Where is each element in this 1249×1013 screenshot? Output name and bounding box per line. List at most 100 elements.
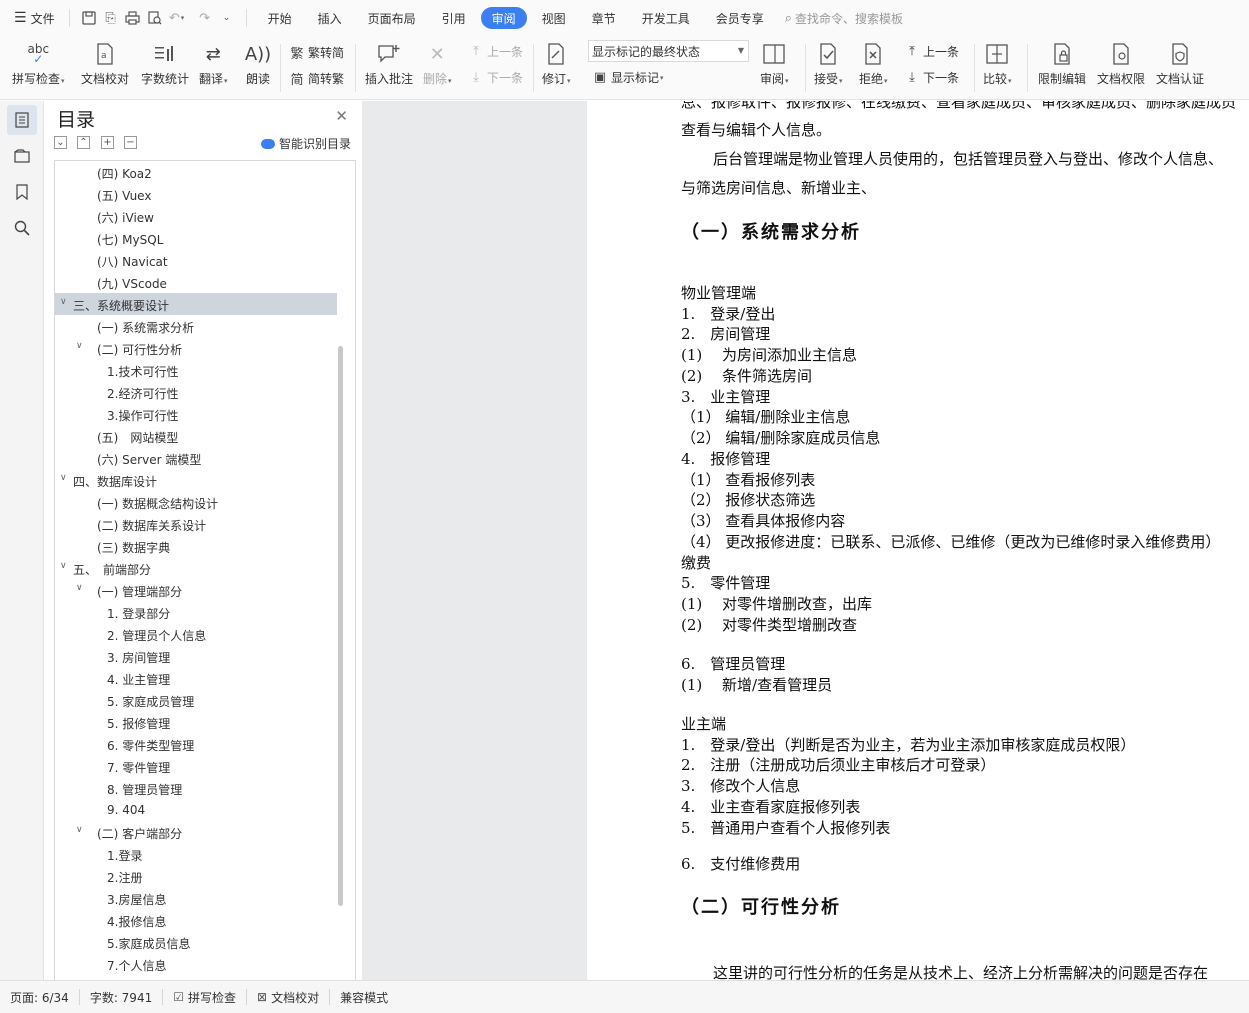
toc-item[interactable]: 1.技术可行性 <box>55 359 337 381</box>
toc-item[interactable]: (九) VScode <box>55 271 337 293</box>
spellcheck-toggle[interactable]: ☑ 拼写检查 <box>163 989 247 1005</box>
doc-proof-button[interactable]: a 文档校对 <box>81 40 129 87</box>
document-page[interactable]: 息、报修取件、报修报修、在线缴费、查看家庭成员、审核家庭成员、删除家庭成员 查看与… <box>587 101 1249 980</box>
delete-comment-button[interactable]: ✕ 删除▾ <box>423 40 452 87</box>
toc-item[interactable]: ∨ (二) 客户端部分 <box>55 821 337 843</box>
print-preview-icon[interactable] <box>144 7 166 29</box>
toc-item[interactable]: 2.经济可行性 <box>55 381 337 403</box>
file-menu[interactable]: ☰ 文件 <box>8 6 61 30</box>
toc-item[interactable]: 5. 家庭成员管理 <box>55 689 337 711</box>
command-search[interactable]: ⌕ 查找命令、搜索模板 <box>785 10 903 27</box>
expand-toggle-icon[interactable]: ∨ <box>76 583 83 593</box>
expand-toggle-icon[interactable]: ∨ <box>60 473 67 483</box>
toc-panel-icon[interactable] <box>7 105 37 135</box>
redo-icon[interactable]: ↷ <box>194 7 216 29</box>
tab-references[interactable]: 引用 <box>431 7 477 29</box>
expand-toggle-icon[interactable]: ∨ <box>76 341 83 351</box>
toc-item[interactable]: 1. 登录部分 <box>55 601 337 623</box>
toc-scrollbar[interactable] <box>338 346 343 906</box>
customize-quick-access-icon[interactable]: ⌄ <box>216 7 238 29</box>
smart-toc-button[interactable]: 智能识别目录 <box>261 135 351 152</box>
toc-item[interactable]: (二) 数据库关系设计 <box>55 513 337 535</box>
search-icon[interactable] <box>7 213 37 243</box>
word-count-indicator[interactable]: 字数: 7941 <box>80 989 164 1005</box>
chapter-nav-icon[interactable] <box>7 141 37 171</box>
toc-item[interactable]: (六) iView <box>55 205 337 227</box>
expand-toggle-icon[interactable]: ∨ <box>60 297 67 307</box>
toc-item[interactable]: 5.家庭成员信息 <box>55 931 337 953</box>
compare-button[interactable]: 比较▾ <box>983 40 1012 87</box>
insert-comment-button[interactable]: 插入批注 <box>365 40 413 87</box>
toc-item[interactable]: 1.登录 <box>55 843 337 865</box>
expand-toggle-icon[interactable]: ∨ <box>60 561 67 571</box>
read-aloud-button[interactable]: A)) 朗读 <box>244 40 272 87</box>
toc-item[interactable]: ∨ (一) 管理端部分 <box>55 579 337 601</box>
restrict-edit-button[interactable]: 限制编辑 <box>1038 40 1086 87</box>
prev-comment-button[interactable]: ⤒ 上一条 <box>467 43 523 60</box>
print-icon[interactable] <box>122 7 144 29</box>
toc-item[interactable]: 2. 管理员个人信息 <box>55 623 337 645</box>
share-icon[interactable]: ⎘ <box>100 7 122 29</box>
undo-icon[interactable]: ↶ ▾ <box>166 7 188 29</box>
toc-item[interactable]: 6. 零件类型管理 <box>55 733 337 755</box>
toc-item[interactable]: 4.报修信息 <box>55 909 337 931</box>
proof-toggle[interactable]: ⊠ 文档校对 <box>247 989 331 1005</box>
to-traditional-button[interactable]: 繁 繁转简 <box>288 43 344 62</box>
save-icon[interactable] <box>78 7 100 29</box>
markup-state-select[interactable]: 显示标记的最终状态 ▼ <box>588 40 749 62</box>
toc-item[interactable]: 3.操作可行性 <box>55 403 337 425</box>
toc-item[interactable]: ∨ 五、 前端部分 <box>55 557 337 579</box>
toc-item[interactable]: (五) 网站模型 <box>55 425 337 447</box>
revise-button[interactable]: 修订▾ <box>542 40 571 87</box>
toc-item[interactable]: 9. 404 <box>55 799 337 821</box>
remove-heading-icon[interactable]: − <box>124 136 137 149</box>
word-count-button[interactable]: 字数统计 <box>141 40 189 87</box>
toc-item[interactable]: (七) MySQL <box>55 227 337 249</box>
page-indicator[interactable]: 页面: 6/34 <box>0 989 80 1005</box>
toc-item[interactable]: 5. 报修管理 <box>55 711 337 733</box>
tab-section[interactable]: 章节 <box>581 7 627 29</box>
translate-button[interactable]: ⇄ 翻译▾ <box>199 40 228 87</box>
doc-rights-button[interactable]: 文档权限 <box>1097 40 1145 87</box>
tab-insert[interactable]: 插入 <box>307 7 353 29</box>
bookmark-icon[interactable] <box>7 177 37 207</box>
tab-home[interactable]: 开始 <box>257 7 303 29</box>
toc-item[interactable]: (四) Koa2 <box>55 161 337 183</box>
toc-item[interactable]: ∨ 四、数据库设计 <box>55 469 337 491</box>
toc-item[interactable]: 7.个人信息 <box>55 953 337 975</box>
review-pane-button[interactable]: 审阅▾ <box>760 40 789 87</box>
toc-item[interactable]: (五) Vuex <box>55 183 337 205</box>
tab-member[interactable]: 会员专享 <box>705 7 775 29</box>
toc-item[interactable]: 7. 零件管理 <box>55 755 337 777</box>
reject-button[interactable]: 拒绝▾ <box>859 40 888 87</box>
toc-item[interactable]: (一) 系统需求分析 <box>55 315 337 337</box>
close-icon[interactable]: ✕ <box>335 107 348 125</box>
tab-review[interactable]: 审阅 <box>480 7 527 29</box>
toc-item[interactable]: 3.房屋信息 <box>55 887 337 909</box>
collapse-all-icon[interactable]: ⌄ <box>54 136 67 149</box>
to-simplified-button[interactable]: 简 简转繁 <box>288 69 344 88</box>
tab-page-layout[interactable]: 页面布局 <box>357 7 427 29</box>
expand-all-icon[interactable]: ⌃ <box>77 136 90 149</box>
toc-item[interactable]: (一) 数据概念结构设计 <box>55 491 337 513</box>
add-heading-icon[interactable]: + <box>101 136 114 149</box>
tab-developer[interactable]: 开发工具 <box>631 7 701 29</box>
prev-change-button[interactable]: ⤒ 上一条 <box>903 43 959 60</box>
toc-item[interactable]: (八) Navicat <box>55 249 337 271</box>
toc-item[interactable]: ∨ 三、系统概要设计 <box>55 293 337 315</box>
next-comment-button[interactable]: ⤓ 下一条 <box>467 69 523 86</box>
toc-item[interactable]: (三) 数据字典 <box>55 535 337 557</box>
accept-button[interactable]: 接受▾ <box>814 40 843 87</box>
toc-item[interactable]: (六) Server 端模型 <box>55 447 337 469</box>
show-markup-button[interactable]: ▣ 显示标记 ▾ <box>591 69 664 86</box>
next-change-button[interactable]: ⤓ 下一条 <box>903 69 959 86</box>
toc-item[interactable]: 8. 管理员管理 <box>55 777 337 799</box>
toc-item[interactable]: 3. 房间管理 <box>55 645 337 667</box>
doc-cert-button[interactable]: 文档认证 <box>1156 40 1204 87</box>
expand-toggle-icon[interactable]: ∨ <box>76 825 83 835</box>
spellcheck-button[interactable]: abc ✓ 拼写检查▾ <box>12 40 65 87</box>
toc-item[interactable]: 4. 业主管理 <box>55 667 337 689</box>
toc-item[interactable]: ∨ (二) 可行性分析 <box>55 337 337 359</box>
tab-view[interactable]: 视图 <box>531 7 577 29</box>
toc-item[interactable]: 2.注册 <box>55 865 337 887</box>
